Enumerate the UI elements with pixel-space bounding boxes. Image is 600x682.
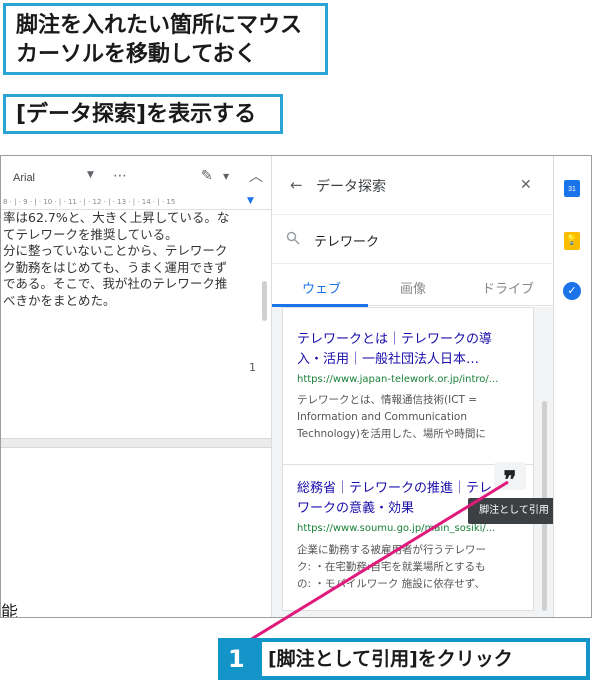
chevron-down-icon[interactable]: ▼ xyxy=(87,170,94,180)
explore-header: ← データ探索 ✕ xyxy=(272,156,553,214)
search-icon xyxy=(286,231,300,245)
doc-line: である。そこで、我が社のテレワーク推 xyxy=(3,276,228,291)
docs-screenshot: Arial ▼ ⋯ ✎ ▼ ︿ 8 · | · 9 · | · 10 · | ·… xyxy=(0,155,592,618)
explore-search xyxy=(272,214,553,264)
doc-scrollbar[interactable] xyxy=(262,281,267,321)
keep-icon[interactable]: 💡 xyxy=(564,232,580,250)
result-url: https://www.soumu.go.jp/main_sosiki/... xyxy=(297,523,496,534)
doc-line: 分に整っていないことから、テレワーク xyxy=(3,243,228,258)
doc-line: てテレワークを推奨している。 xyxy=(3,226,178,242)
doc-line: べきかをまとめた。 xyxy=(3,292,116,308)
search-input[interactable] xyxy=(314,229,534,251)
step-callout: 1 [脚注として引用]をクリック xyxy=(218,638,590,680)
step-label: [脚注として引用]をクリック xyxy=(262,642,586,676)
document-text[interactable]: 率は62.7%と、大きく上昇している。な てテレワークを推奨している。 分に整っ… xyxy=(3,210,267,309)
cite-tooltip: 脚注として引用 xyxy=(468,498,560,524)
page-number: 1 xyxy=(249,361,256,374)
doc-heading-fragment: 能 xyxy=(1,603,18,618)
ruler-indent-icon[interactable]: ▼ xyxy=(247,196,254,206)
close-icon[interactable]: ✕ xyxy=(520,177,532,193)
font-selector[interactable]: Arial xyxy=(13,172,35,184)
document-area[interactable]: Arial ▼ ⋯ ✎ ▼ ︿ 8 · | · 9 · | · 10 · | ·… xyxy=(1,156,271,617)
calendar-icon[interactable]: 31 xyxy=(564,180,580,197)
snippet-line: ク: ・在宅勤務:自宅を就業場所とするも xyxy=(297,561,486,573)
side-panel-rail: 31 💡 ✓ xyxy=(553,156,591,617)
doc-toolbar: Arial ▼ ⋯ ✎ ▼ ︿ xyxy=(1,156,271,196)
ruler: 8 · | · 9 · | · 10 · | · 11 · | · 12 · |… xyxy=(1,196,271,210)
snippet-line: Technology)を活用した、場所や時間に xyxy=(297,428,486,440)
cite-as-footnote-button[interactable]: ❞ xyxy=(494,462,526,494)
instruction-callout-show-explore: [データ探索]を表示する xyxy=(3,94,283,134)
doc-line: ク勤務をはじめても、うまく運用できず xyxy=(3,259,228,275)
tab-drive[interactable]: ドライブ xyxy=(482,278,534,297)
explore-tabs: ウェブ 画像 ドライブ xyxy=(272,264,553,306)
more-icon[interactable]: ⋯ xyxy=(113,168,127,184)
result-title-link[interactable]: テレワークとは｜テレワークの導 入・活用｜一般社団法人日本… xyxy=(297,330,523,370)
result-title-line: テレワークとは｜テレワークの導 xyxy=(297,332,493,347)
result-snippet: テレワークとは、情報通信技術(ICT = Information and Com… xyxy=(297,392,523,443)
tab-images[interactable]: 画像 xyxy=(400,278,426,297)
snippet-line: テレワークとは、情報通信技術(ICT = xyxy=(297,394,478,406)
instruction-callout-move-cursor: 脚注を入れたい箇所にマウス カーソルを移動しておく xyxy=(3,3,328,75)
chevron-down-icon[interactable]: ▼ xyxy=(223,172,229,181)
callout-line-2: カーソルを移動しておく xyxy=(16,42,257,67)
explore-panel: ← データ探索 ✕ ウェブ 画像 ドライブ テレワークとは｜テレワークの導 入・… xyxy=(271,156,560,617)
tasks-icon[interactable]: ✓ xyxy=(563,282,581,300)
snippet-line: 企業に勤務する被雇用者が行うテレワー xyxy=(297,544,486,556)
snippet-line: の: ・モバイルワーク 施設に依存せず、 xyxy=(297,578,485,590)
result-title-line: 総務省｜テレワークの推進｜テレ xyxy=(297,481,493,496)
pen-icon[interactable]: ✎ xyxy=(201,168,213,184)
back-arrow-icon[interactable]: ← xyxy=(290,176,303,194)
result-snippet: 企業に勤務する被雇用者が行うテレワー ク: ・在宅勤務:自宅を就業場所とするも … xyxy=(297,542,523,593)
result-title-line: 入・活用｜一般社団法人日本… xyxy=(297,352,480,367)
callout-line-1: 脚注を入れたい箇所にマウス xyxy=(16,13,303,38)
tab-web[interactable]: ウェブ xyxy=(302,278,341,297)
doc-line: 率は62.7%と、大きく上昇している。な xyxy=(3,210,230,225)
result-url: https://www.japan-telework.or.jp/intro/.… xyxy=(297,374,499,385)
panel-title: データ探索 xyxy=(316,179,386,195)
step-number: 1 xyxy=(228,645,245,673)
page-break xyxy=(1,438,271,448)
chevron-up-icon[interactable]: ︿ xyxy=(249,166,263,186)
snippet-line: Information and Communication xyxy=(297,411,467,423)
search-result-card[interactable]: テレワークとは｜テレワークの導 入・活用｜一般社団法人日本… https://w… xyxy=(282,307,534,465)
